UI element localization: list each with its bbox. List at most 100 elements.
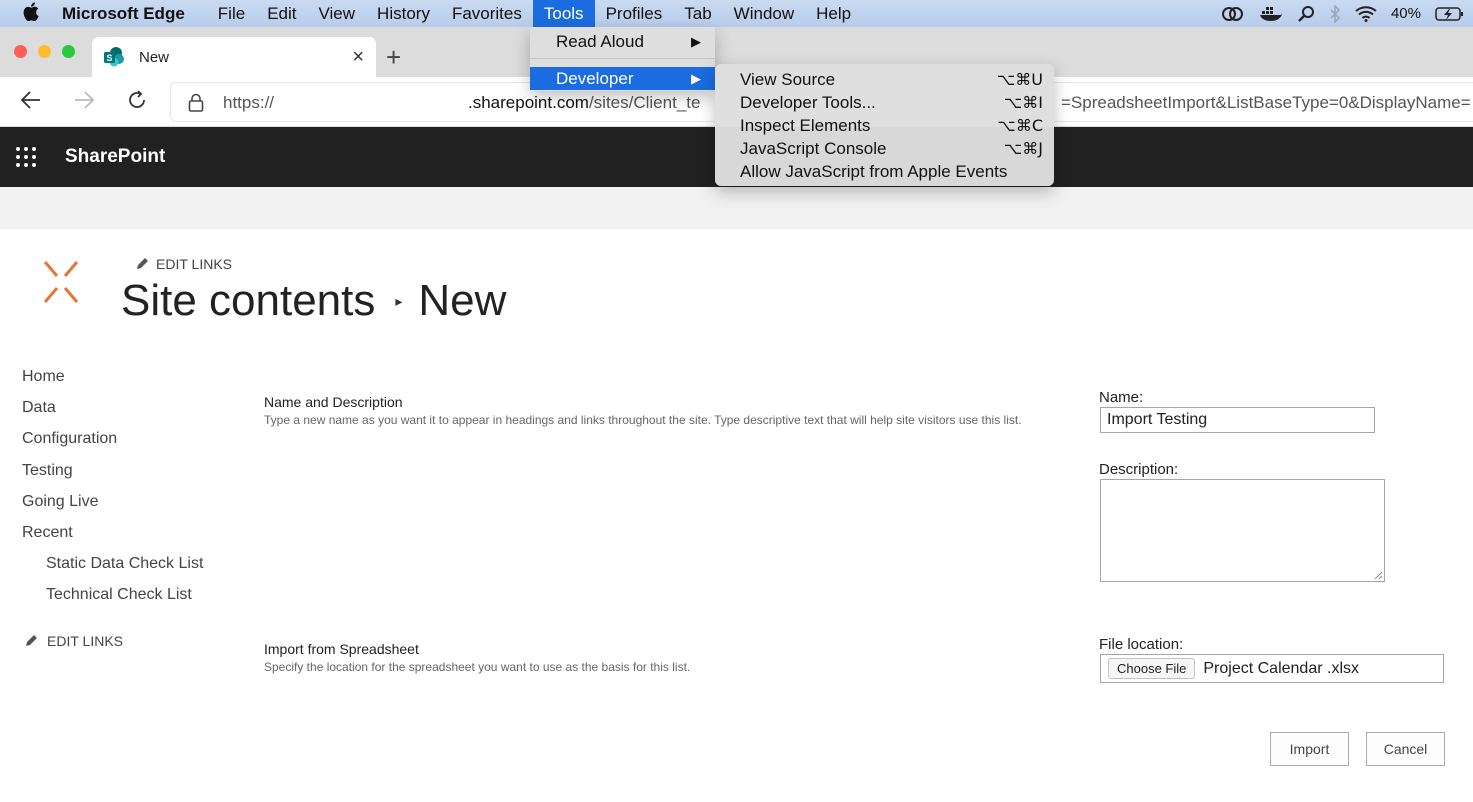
menu-item-read-aloud[interactable]: Read Aloud ▶: [530, 30, 715, 53]
nav-item-going-live[interactable]: Going Live: [22, 491, 203, 522]
submenu-arrow-icon: ▶: [691, 33, 701, 49]
developer-label: Developer: [556, 68, 634, 88]
forward-arrow-icon[interactable]: [73, 89, 95, 117]
description-textarea[interactable]: [1100, 479, 1385, 582]
nav-item-testing[interactable]: Testing: [22, 460, 203, 491]
breadcrumb-current: New: [418, 276, 507, 325]
app-launcher-icon[interactable]: [16, 147, 36, 167]
battery-charging-icon[interactable]: [1435, 6, 1465, 22]
developer-tools-shortcut: ⌥⌘I: [1003, 93, 1043, 112]
file-name: Project Calendar .xlsx: [1203, 659, 1359, 677]
resize-grip-icon[interactable]: [1374, 571, 1382, 579]
menu-tab[interactable]: Tab: [673, 0, 722, 27]
url-host: .sharepoint.com/sites/Client_te: [468, 93, 700, 113]
ribbon-bar: [0, 187, 1473, 229]
name-input[interactable]: [1100, 407, 1375, 433]
import-button[interactable]: Import: [1270, 732, 1349, 766]
edit-links-label: EDIT LINKS: [47, 633, 123, 649]
page-title: Site contents ▸ New: [121, 276, 506, 326]
import-section-title: Import from Spreadsheet: [264, 641, 419, 657]
nav-item-configuration[interactable]: Configuration: [22, 428, 203, 459]
javascript-console-shortcut: ⌥⌘J: [1003, 139, 1043, 158]
tab-title: New: [139, 48, 170, 66]
site-logo[interactable]: [40, 258, 82, 306]
submenu-arrow-icon: ▶: [691, 70, 701, 86]
file-input: Choose File Project Calendar .xlsx: [1100, 654, 1444, 683]
allow-javascript-label: Allow JavaScript from Apple Events: [740, 161, 1008, 181]
developer-submenu: View Source ⌥⌘U Developer Tools... ⌥⌘I I…: [715, 64, 1054, 186]
menu-item-developer-tools[interactable]: Developer Tools... ⌥⌘I: [715, 91, 1054, 114]
name-section-description: Type a new name as you want it to appear…: [264, 413, 1022, 427]
import-section-description: Specify the location for the spreadsheet…: [264, 660, 691, 674]
creative-cloud-icon[interactable]: [1221, 6, 1245, 22]
url-tail: =SpreadsheetImport&ListBaseType=0&Displa…: [1061, 93, 1471, 112]
choose-file-button[interactable]: Choose File: [1108, 658, 1196, 679]
menu-item-view-source[interactable]: View Source ⌥⌘U: [715, 68, 1054, 91]
inspect-elements-shortcut: ⌥⌘C: [997, 116, 1043, 135]
nav-item-static-data-check-list[interactable]: Static Data Check List: [22, 553, 203, 584]
status-area: 40%: [1221, 0, 1465, 27]
bluetooth-icon[interactable]: [1329, 4, 1341, 23]
quick-launch-nav: Home Data Configuration Testing Going Li…: [22, 366, 203, 616]
pencil-icon: [26, 635, 37, 646]
new-tab-button[interactable]: +: [386, 42, 401, 73]
sharepoint-title[interactable]: SharePoint: [65, 146, 165, 168]
apple-menu-icon[interactable]: [0, 1, 62, 26]
view-source-label: View Source: [740, 69, 836, 89]
menu-help[interactable]: Help: [805, 0, 862, 27]
url-path: /sites/Client_te: [588, 93, 701, 112]
edit-links-left[interactable]: EDIT LINKS: [24, 633, 123, 649]
menu-separator: [530, 58, 715, 59]
close-window-button[interactable]: [14, 45, 27, 58]
menu-item-inspect-elements[interactable]: Inspect Elements ⌥⌘C: [715, 114, 1054, 137]
lock-icon[interactable]: [188, 93, 204, 118]
inspect-elements-label: Inspect Elements: [740, 115, 871, 135]
menu-item-developer[interactable]: Developer ▶: [530, 67, 715, 90]
docker-icon[interactable]: [1259, 5, 1283, 23]
back-arrow-icon[interactable]: [20, 89, 42, 117]
menu-view[interactable]: View: [308, 0, 367, 27]
file-location-label: File location:: [1099, 636, 1184, 653]
description-label: Description:: [1099, 461, 1179, 478]
read-aloud-label: Read Aloud: [556, 31, 644, 51]
refresh-icon[interactable]: [126, 89, 148, 117]
tools-menu: Read Aloud ▶ Developer ▶: [530, 27, 715, 91]
minimize-window-button[interactable]: [38, 45, 51, 58]
menu-favorites[interactable]: Favorites: [441, 0, 533, 27]
wifi-icon[interactable]: [1355, 5, 1377, 22]
nav-item-technical-check-list[interactable]: Technical Check List: [22, 584, 203, 615]
browser-tab[interactable]: S New ×: [92, 37, 376, 77]
name-label: Name:: [1099, 389, 1144, 406]
battery-percent: 40%: [1390, 5, 1421, 22]
menu-history[interactable]: History: [366, 0, 441, 27]
svg-text:S: S: [106, 53, 112, 63]
menu-item-allow-javascript-apple-events[interactable]: Allow JavaScript from Apple Events: [715, 160, 1054, 183]
name-section-title: Name and Description: [264, 394, 403, 410]
app-name[interactable]: Microsoft Edge: [62, 4, 185, 24]
javascript-console-label: JavaScript Console: [740, 138, 887, 158]
search-icon[interactable]: [1297, 5, 1315, 23]
nav-item-home[interactable]: Home: [22, 366, 203, 397]
zoom-window-button[interactable]: [62, 45, 75, 58]
menu-file[interactable]: File: [207, 0, 256, 27]
breadcrumb-separator-icon: ▸: [395, 292, 403, 309]
close-tab-icon[interactable]: ×: [352, 46, 364, 69]
breadcrumb-site-contents[interactable]: Site contents: [121, 276, 375, 326]
sharepoint-favicon-icon: S: [104, 47, 124, 67]
edit-links-top[interactable]: EDIT LINKS: [135, 256, 232, 272]
url-domain: .sharepoint.com: [468, 93, 589, 112]
cancel-button[interactable]: Cancel: [1366, 732, 1445, 766]
developer-tools-label: Developer Tools...: [740, 92, 876, 112]
macos-menubar: Microsoft Edge File Edit View History Fa…: [0, 0, 1473, 27]
menu-item-javascript-console[interactable]: JavaScript Console ⌥⌘J: [715, 137, 1054, 160]
nav-item-recent[interactable]: Recent: [22, 522, 203, 553]
menu-tools[interactable]: Tools: [532, 0, 595, 27]
menu-window[interactable]: Window: [723, 0, 805, 27]
edit-links-label: EDIT LINKS: [156, 256, 232, 272]
menu-profiles[interactable]: Profiles: [595, 0, 674, 27]
view-source-shortcut: ⌥⌘U: [996, 70, 1043, 89]
nav-item-data[interactable]: Data: [22, 397, 203, 428]
pencil-icon: [137, 258, 148, 269]
url-prefix: https://: [223, 93, 275, 112]
menu-edit[interactable]: Edit: [256, 0, 307, 27]
